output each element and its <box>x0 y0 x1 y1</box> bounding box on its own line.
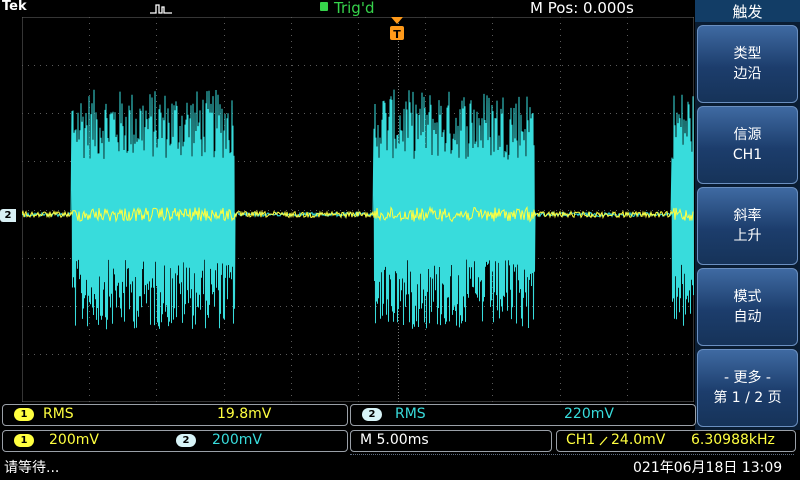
menu-button-source[interactable]: 信源 CH1 <box>697 106 798 184</box>
measurement-value: 19.8mV <box>217 406 272 422</box>
timebase-setting[interactable]: M 5.00ms <box>350 430 552 452</box>
menu-button-label: 模式 <box>733 289 762 305</box>
trigger-side-menu: 触发 类型 边沿 信源 CH1 斜率 上升 模式 自动 - 更多 - 第 1 /… <box>695 0 800 430</box>
ch2-badge: 2 <box>362 408 382 421</box>
menu-button-slope[interactable]: 斜率 上升 <box>697 187 798 265</box>
ch2-ground-marker[interactable]: 2 <box>0 209 16 222</box>
vertical-settings[interactable]: 1 200mV 2 200mV <box>2 430 348 452</box>
waveform-display[interactable] <box>22 17 694 402</box>
menu-button-value: CH1 <box>732 147 763 163</box>
acquisition-pulse-icon <box>150 4 172 14</box>
date-time: 021年06月18日 13:09 <box>633 460 783 476</box>
menu-button-label: 信源 <box>733 127 762 143</box>
rising-edge-icon <box>599 436 608 446</box>
ch2-badge: 2 <box>176 434 196 447</box>
trigger-status-icon <box>320 2 328 11</box>
menu-button-label: 斜率 <box>733 208 762 224</box>
menu-button-label: 类型 <box>733 46 762 62</box>
trigger-readout[interactable]: CH1 24.0mV 6.30988kHz <box>556 430 796 452</box>
ch1-badge: 1 <box>14 408 34 421</box>
menu-title: 触发 <box>695 0 800 22</box>
horizontal-position-readout: M Pos: 0.000s <box>530 0 634 17</box>
trigger-level: 24.0mV <box>611 432 666 448</box>
measurement-value: 220mV <box>564 406 614 422</box>
trigger-source: CH1 <box>566 432 596 448</box>
frequency-readout: 6.30988kHz <box>691 432 775 448</box>
menu-button-value: 自动 <box>733 309 762 325</box>
trigger-position-marker-icon[interactable]: T <box>388 17 406 43</box>
trigger-position-label: T <box>393 28 401 41</box>
trigger-status: Trig'd <box>320 0 374 17</box>
measurement-ch1-rms[interactable]: 1 RMS 19.8mV <box>2 404 348 426</box>
menu-button-value: 第 1 / 2 页 <box>713 390 782 406</box>
menu-button-label: - 更多 - <box>723 370 771 386</box>
ch1-badge: 1 <box>14 434 34 447</box>
measurement-ch2-rms[interactable]: 2 RMS 220mV <box>350 404 696 426</box>
menu-button-value: 边沿 <box>733 66 762 82</box>
measurement-type: RMS <box>395 406 426 422</box>
menu-button-mode[interactable]: 模式 自动 <box>697 268 798 346</box>
status-message: 请等待... <box>4 460 60 476</box>
top-status-bar: Tek Trig'd M Pos: 0.000s <box>0 0 694 18</box>
trigger-status-label: Trig'd <box>334 0 375 17</box>
bottom-status-bar: 请等待... 021年06月18日 13:09 <box>0 455 800 480</box>
menu-button-more[interactable]: - 更多 - 第 1 / 2 页 <box>697 349 798 427</box>
measurement-type: RMS <box>43 406 74 422</box>
menu-button-value: 上升 <box>733 228 762 244</box>
brand-logo: Tek <box>2 0 27 14</box>
menu-button-type[interactable]: 类型 边沿 <box>697 25 798 103</box>
ch1-scale: 200mV <box>49 432 99 448</box>
ch2-scale: 200mV <box>212 432 262 448</box>
timebase-value: M 5.00ms <box>360 432 429 448</box>
